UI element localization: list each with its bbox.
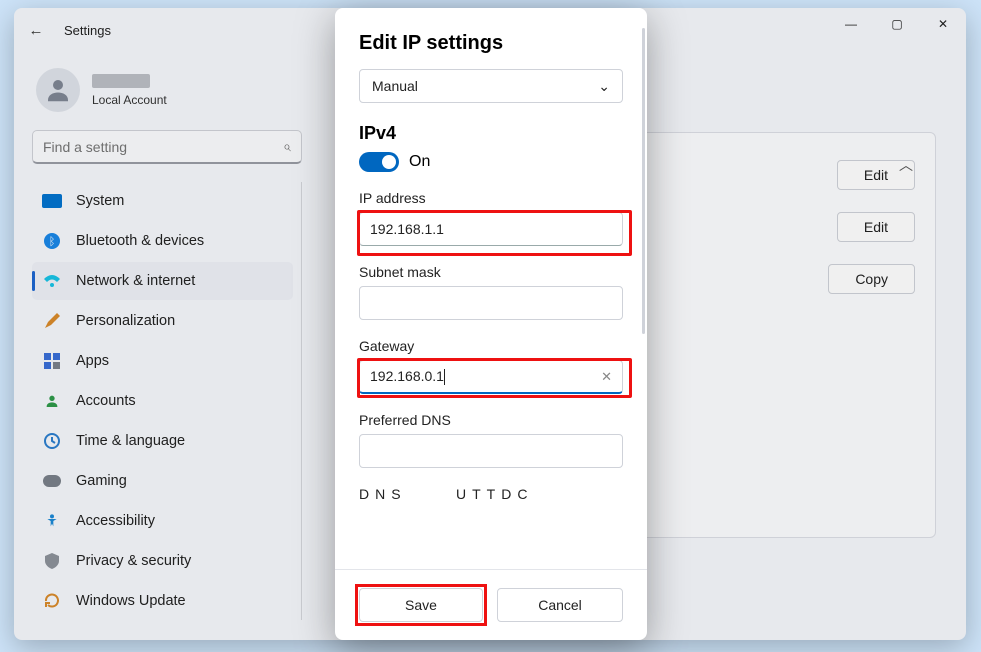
preferred-dns-input[interactable] (359, 434, 623, 468)
sidebar-item-network[interactable]: Network & internet (32, 262, 293, 300)
svg-text:ᛒ: ᛒ (49, 236, 56, 248)
clear-icon[interactable]: ✕ (601, 369, 612, 385)
sidebar-item-label: Personalization (76, 313, 175, 329)
brush-icon (42, 311, 62, 331)
apps-icon (42, 351, 62, 371)
sidebar-item-label: Time & language (76, 433, 185, 449)
username-redacted (92, 74, 150, 88)
sidebar-item-personalization[interactable]: Personalization (32, 302, 293, 340)
subnet-mask-label: Subnet mask (359, 264, 623, 280)
minimize-button[interactable]: ― (828, 8, 874, 40)
sidebar-item-label: Gaming (76, 473, 127, 489)
window-title: Settings (64, 23, 111, 38)
sidebar-item-label: System (76, 193, 124, 209)
chevron-down-icon: ⌄ (598, 78, 610, 95)
sidebar-item-time[interactable]: Time & language (32, 422, 293, 460)
close-button[interactable]: ✕ (920, 8, 966, 40)
ip-address-input[interactable]: 192.168.1.1 (370, 221, 444, 237)
search-icon: ⌕ (283, 138, 291, 155)
search-input[interactable] (43, 139, 283, 155)
select-value: Manual (372, 78, 418, 94)
edit-ip-dialog: Edit IP settings Manual ⌄ IPv4 On IP add… (335, 8, 647, 640)
sidebar-item-bluetooth[interactable]: ᛒ Bluetooth & devices (32, 222, 293, 260)
accessibility-icon (42, 511, 62, 531)
sidebar-item-accessibility[interactable]: Accessibility (32, 502, 293, 540)
gateway-label: Gateway (359, 338, 623, 354)
edit-button[interactable]: Edit (837, 212, 915, 242)
system-icon (42, 191, 62, 211)
sidebar-item-label: Privacy & security (76, 553, 191, 569)
accounts-icon (42, 391, 62, 411)
bluetooth-icon: ᛒ (42, 231, 62, 251)
update-icon (42, 591, 62, 611)
maximize-button[interactable]: ▢ (874, 8, 920, 40)
sidebar: Local Account ⌕ System ᛒ Bluetooth & dev… (14, 58, 314, 640)
sidebar-item-gaming[interactable]: Gaming (32, 462, 293, 500)
save-button[interactable]: Save (359, 588, 483, 622)
dialog-title: Edit IP settings (359, 32, 623, 55)
chevron-up-icon[interactable]: ︿ (899, 155, 913, 175)
sidebar-item-label: Bluetooth & devices (76, 233, 204, 249)
copy-button[interactable]: Copy (828, 264, 915, 294)
account-type: Local Account (92, 93, 167, 107)
sidebar-item-label: Accessibility (76, 513, 155, 529)
wifi-icon (42, 271, 62, 291)
ipv4-heading: IPv4 (359, 123, 623, 144)
sidebar-item-update[interactable]: Windows Update (32, 582, 293, 620)
gateway-input[interactable]: 192.168.0.1 ✕ (359, 360, 623, 394)
back-icon[interactable]: ← (26, 22, 46, 39)
profile[interactable]: Local Account (36, 68, 302, 112)
toggle-label: On (409, 153, 430, 171)
ip-address-label: IP address (359, 190, 623, 206)
subnet-mask-input[interactable] (359, 286, 623, 320)
shield-icon (42, 551, 62, 571)
sidebar-item-label: Windows Update (76, 593, 186, 609)
sidebar-item-privacy[interactable]: Privacy & security (32, 542, 293, 580)
sidebar-item-label: Apps (76, 353, 109, 369)
cancel-button[interactable]: Cancel (497, 588, 623, 622)
sidebar-item-accounts[interactable]: Accounts (32, 382, 293, 420)
ipv4-toggle[interactable] (359, 152, 399, 172)
sidebar-item-apps[interactable]: Apps (32, 342, 293, 380)
sidebar-item-label: Network & internet (76, 273, 195, 289)
search-box[interactable]: ⌕ (32, 130, 302, 164)
sidebar-item-label: Accounts (76, 393, 136, 409)
sidebar-item-system[interactable]: System (32, 182, 293, 220)
dns-over-https-label: DNS UTTDC (359, 486, 623, 504)
avatar (36, 68, 80, 112)
ip-mode-select[interactable]: Manual ⌄ (359, 69, 623, 103)
gaming-icon (42, 471, 62, 491)
clock-icon (42, 431, 62, 451)
preferred-dns-label: Preferred DNS (359, 412, 623, 428)
